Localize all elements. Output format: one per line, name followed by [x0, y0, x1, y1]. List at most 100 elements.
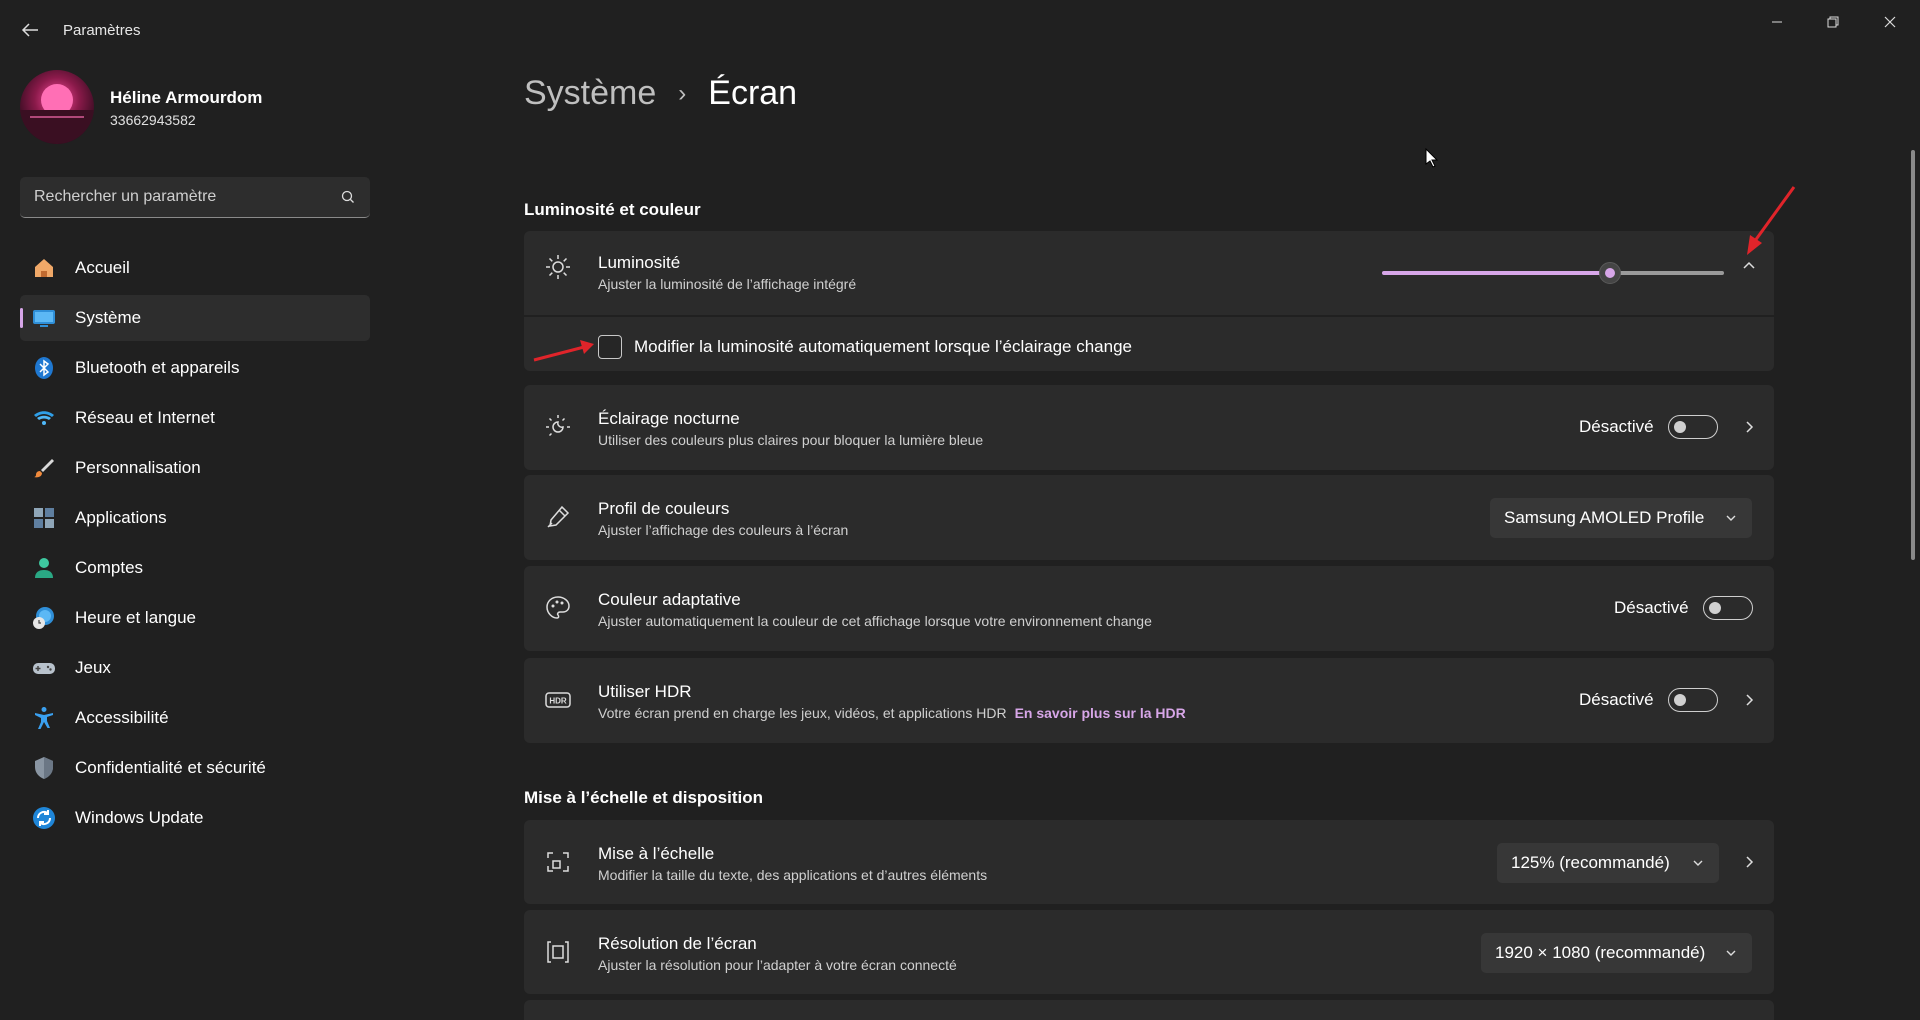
sidebar-item-label: Heure et langue: [75, 608, 196, 627]
resolution-icon: [547, 941, 569, 963]
sidebar-item-label: Applications: [75, 508, 167, 527]
hdr-learn-more-link[interactable]: En savoir plus sur la HDR: [1015, 705, 1186, 721]
sidebar-item-accueil[interactable]: Accueil: [20, 245, 370, 291]
search-input[interactable]: [20, 177, 320, 217]
auto-brightness-checkbox[interactable]: [598, 335, 622, 359]
brightness-title: Luminosité: [598, 253, 681, 272]
night-light-icon: [546, 415, 570, 437]
hdr-description-text: Votre écran prend en charge les jeux, vi…: [598, 705, 1007, 721]
close-button[interactable]: [1872, 10, 1908, 34]
palette-icon: [546, 596, 570, 619]
update-icon: [33, 807, 55, 829]
night-light-state: Désactivé: [1579, 417, 1654, 436]
arrow-left-icon: [21, 23, 38, 37]
system-icon: [33, 310, 55, 327]
hdr-title: Utiliser HDR: [598, 682, 692, 701]
scale-dropdown[interactable]: 125% (recommandé): [1497, 843, 1719, 883]
shield-icon: [35, 757, 53, 779]
sidebar-item-label: Jeux: [75, 658, 111, 677]
scrollbar-thumb[interactable]: [1911, 150, 1915, 560]
scale-card[interactable]: Mise à l’échelle Modifier la taille du t…: [524, 820, 1774, 904]
resolution-description: Ajuster la résolution pour l’adapter à v…: [598, 957, 957, 973]
night-light-title: Éclairage nocturne: [598, 409, 740, 428]
auto-brightness-label[interactable]: Modifier la luminosité automatiquement l…: [634, 337, 1132, 357]
back-button[interactable]: [18, 18, 42, 42]
chevron-right-icon: [1746, 694, 1754, 706]
sidebar-item-label: Personnalisation: [75, 458, 201, 477]
slider-track-empty: [1612, 271, 1724, 275]
sidebar-item-label: Accueil: [75, 258, 130, 277]
accessibility-icon: [35, 707, 53, 729]
chevron-right-icon: [1746, 421, 1754, 433]
hdr-icon: HDR: [545, 692, 571, 708]
adaptive-color-state: Désactivé: [1614, 598, 1689, 617]
app-title: Paramètres: [63, 22, 141, 39]
bluetooth-icon: [35, 357, 53, 379]
hdr-toggle[interactable]: [1668, 688, 1718, 712]
color-profile-dropdown[interactable]: Samsung AMOLED Profile: [1490, 498, 1752, 538]
resolution-dropdown[interactable]: 1920 × 1080 (recommandé): [1481, 933, 1752, 973]
sidebar-item-heure[interactable]: Heure et langue: [20, 595, 370, 641]
scale-description: Modifier la taille du texte, des applica…: [598, 867, 988, 883]
brush-icon: [34, 459, 54, 478]
section-title-scale-layout: Mise à l’échelle et disposition: [524, 788, 764, 807]
chevron-up-icon[interactable]: [1741, 257, 1757, 273]
search-box[interactable]: [20, 177, 370, 218]
section-title-brightness-color: Luminosité et couleur: [524, 200, 701, 219]
dropdown-value: 1920 × 1080 (recommandé): [1495, 943, 1706, 962]
sidebar-item-label: Réseau et Internet: [75, 408, 215, 427]
restore-button[interactable]: [1815, 10, 1851, 34]
search-icon[interactable]: [340, 189, 356, 205]
hdr-badge-text: HDR: [549, 697, 567, 706]
sidebar-item-systeme[interactable]: Système: [20, 295, 370, 341]
night-light-toggle[interactable]: [1668, 415, 1718, 439]
breadcrumb-parent[interactable]: Système: [524, 74, 656, 113]
resolution-card: Résolution de l’écran Ajuster la résolut…: [524, 910, 1774, 994]
sun-icon: [546, 255, 570, 279]
sidebar-item-label: Bluetooth et appareils: [75, 358, 240, 377]
avatar[interactable]: [20, 70, 94, 144]
resolution-title: Résolution de l’écran: [598, 934, 757, 953]
next-card: [524, 1000, 1774, 1020]
sidebar-item-comptes[interactable]: Comptes: [20, 545, 370, 591]
sidebar-item-accessibilite[interactable]: Accessibilité: [20, 695, 370, 741]
sidebar-item-label: Windows Update: [75, 808, 204, 827]
adaptive-color-toggle[interactable]: [1703, 596, 1753, 620]
sidebar-item-label: Accessibilité: [75, 708, 169, 727]
sidebar-item-confidentialite[interactable]: Confidentialité et sécurité: [20, 745, 370, 791]
page-title: Écran: [708, 74, 798, 112]
night-light-card[interactable]: Éclairage nocturne Utiliser des couleurs…: [524, 385, 1774, 470]
avatar-image: [20, 70, 94, 144]
dropdown-value: 125% (recommandé): [1511, 853, 1670, 872]
minimize-button[interactable]: [1759, 10, 1795, 34]
adaptive-color-title: Couleur adaptative: [598, 590, 741, 609]
main-content: Système › Écran Luminosité et couleur Lu…: [524, 60, 1774, 1020]
sidebar-item-jeux[interactable]: Jeux: [20, 645, 370, 691]
scale-title: Mise à l’échelle: [598, 844, 715, 863]
slider-track-filled: [1382, 271, 1608, 275]
account-icon: [35, 558, 53, 578]
hdr-description: Votre écran prend en charge les jeux, vi…: [598, 705, 1186, 721]
sidebar-item-applications[interactable]: Applications: [20, 495, 370, 541]
sidebar-item-label: Système: [75, 308, 142, 327]
title-bar: Paramètres: [0, 0, 1920, 60]
sidebar-item-bluetooth[interactable]: Bluetooth et appareils: [20, 345, 370, 391]
close-icon: [1884, 16, 1896, 28]
dropdown-value: Samsung AMOLED Profile: [1504, 508, 1705, 527]
color-profile-title: Profil de couleurs: [598, 499, 730, 518]
sidebar-item-reseau[interactable]: Réseau et Internet: [20, 395, 370, 441]
home-icon: [35, 259, 53, 277]
slider-thumb[interactable]: [1599, 262, 1621, 284]
apps-icon: [34, 508, 54, 528]
mouse-cursor-icon: [1425, 148, 1439, 168]
chevron-down-icon: [1726, 515, 1736, 521]
sidebar-nav: Accueil Système Bluetooth et appareils R…: [20, 245, 370, 845]
color-profile-card: Profil de couleurs Ajuster l’affichage d…: [524, 475, 1774, 560]
minimize-icon: [1772, 21, 1782, 23]
hdr-card[interactable]: HDR Utiliser HDR Votre écran prend en ch…: [524, 658, 1774, 743]
globe-clock-icon: [33, 607, 54, 629]
brightness-description: Ajuster la luminosité de l’affichage int…: [598, 276, 857, 292]
sidebar-item-personnalisation[interactable]: Personnalisation: [20, 445, 370, 491]
sidebar-item-windows-update[interactable]: Windows Update: [20, 795, 370, 841]
wifi-icon: [34, 411, 54, 425]
